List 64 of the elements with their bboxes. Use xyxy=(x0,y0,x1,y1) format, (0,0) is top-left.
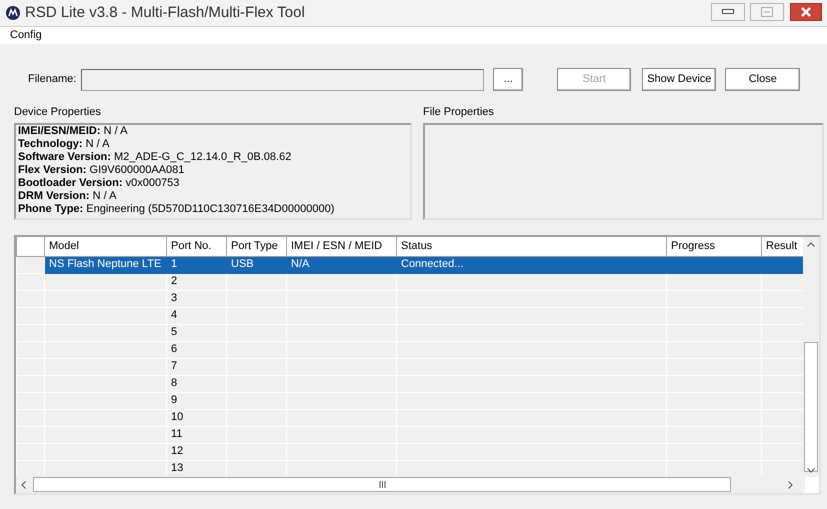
filename-label: Filename: xyxy=(28,72,76,88)
property-line: Technology: N / A xyxy=(18,138,110,152)
property-line: Software Version: M2_ADE-G_C_12.14.0_R_0B.08.62 xyxy=(18,151,292,164)
table-cell: NS Flash Neptune LTE xyxy=(49,258,162,270)
table-cell: 13 xyxy=(171,462,184,474)
table-row[interactable]: NS Flash Neptune LTE 1 USB N/A Connected... xyxy=(16,256,806,274)
scroll-thumb[interactable] xyxy=(804,342,818,472)
table-cell: 2 xyxy=(171,275,178,288)
minimize-icon xyxy=(722,8,734,15)
table-row[interactable]: 2 xyxy=(16,273,806,290)
section-label: File Properties xyxy=(423,105,495,120)
column-header[interactable]: Model xyxy=(44,237,166,256)
close-window-button[interactable] xyxy=(790,2,822,21)
table-cell: 8 xyxy=(171,377,178,390)
table-row[interactable]: 10 xyxy=(16,409,806,426)
table-cell: Connected... xyxy=(401,258,464,270)
table-cell: 3 xyxy=(171,292,178,304)
property-line: DRM Version: N / A xyxy=(18,190,118,204)
table-row[interactable]: 3 xyxy=(16,290,806,308)
show-device-button[interactable]: Show Device xyxy=(642,68,716,91)
table-cell: 11 xyxy=(171,428,182,440)
table-cell: 9 xyxy=(171,394,178,406)
menu-item[interactable]: Config xyxy=(0,27,52,44)
property-line: Flex Version: GI9V600000AA081 xyxy=(18,164,186,178)
table-cell: 4 xyxy=(171,309,178,322)
table-row[interactable]: 6 xyxy=(16,341,806,358)
close-button[interactable]: Close xyxy=(725,68,800,91)
table-row[interactable]: 4 xyxy=(16,307,806,324)
horizontal-scrollbar[interactable] xyxy=(16,476,805,494)
property-line: Bootloader Version: v0x000753 xyxy=(18,177,180,190)
table-row[interactable]: 5 xyxy=(16,324,806,342)
minimize-button[interactable] xyxy=(710,2,744,21)
app-logo-icon xyxy=(6,6,20,20)
scroll-left-icon[interactable] xyxy=(21,481,26,490)
table-row[interactable]: 7 xyxy=(16,358,806,376)
browse-button[interactable]: ... xyxy=(493,68,524,91)
table-row[interactable]: 11 xyxy=(16,426,806,444)
table-row[interactable]: 12 xyxy=(16,443,806,460)
property-line: Phone Type: Engineering (5D570D110C130716E34D00000000) xyxy=(18,203,336,216)
property-line: IMEI/ESN/MEID: N / A xyxy=(18,125,128,138)
column-header[interactable]: Progress xyxy=(666,237,762,256)
table-cell: 1 xyxy=(171,258,178,270)
column-header[interactable]: Port No. xyxy=(166,237,226,256)
column-header[interactable]: IMEI / ESN / MEID xyxy=(286,237,396,256)
table-row[interactable]: 9 xyxy=(16,392,806,410)
table-cell: N/A xyxy=(291,258,310,270)
maximize-icon xyxy=(761,6,773,17)
table-cell: 12 xyxy=(171,445,184,458)
section-label: Device Properties xyxy=(14,105,102,120)
table-cell: USB xyxy=(231,258,254,270)
column-header[interactable]: Status xyxy=(396,237,666,256)
scroll-down-icon[interactable] xyxy=(807,468,815,474)
scroll-thumb[interactable] xyxy=(33,477,731,492)
table-cell: 5 xyxy=(171,326,178,338)
table-cell: 7 xyxy=(171,360,178,372)
column-header[interactable]: Port Type xyxy=(226,237,286,256)
close-icon xyxy=(800,6,810,17)
table-cell: 10 xyxy=(171,411,184,424)
scroll-up-icon[interactable] xyxy=(807,242,815,248)
window-title: RSD Lite v3.8 - Multi-Flash/Multi-Flex Tool xyxy=(25,2,306,23)
table-row[interactable]: 8 xyxy=(16,375,806,392)
scroll-right-icon[interactable] xyxy=(788,481,793,490)
vertical-scrollbar[interactable] xyxy=(803,237,819,478)
table-cell: 6 xyxy=(171,343,178,356)
